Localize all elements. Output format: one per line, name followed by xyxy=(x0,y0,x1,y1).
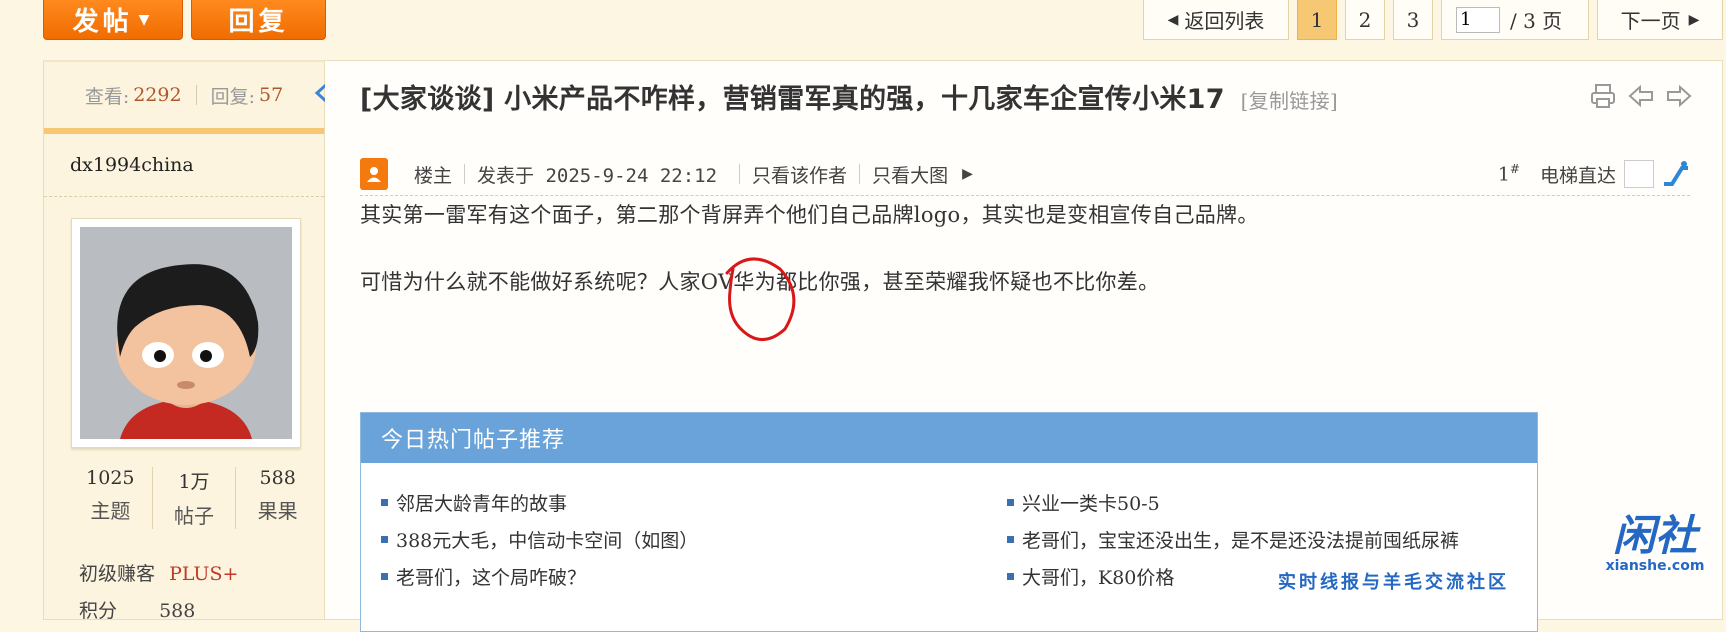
page-2-button[interactable]: 2 xyxy=(1345,0,1385,40)
back-to-list-label: 返回列表 xyxy=(1184,9,1265,33)
hot-topic-item[interactable]: 388元大毛，中信动卡空间（如图） xyxy=(381,526,698,553)
floor-owner-label: 楼主 xyxy=(414,164,453,187)
owner-icon xyxy=(360,158,388,190)
only-author-link[interactable]: 只看该作者 xyxy=(752,161,847,188)
bullet-icon xyxy=(1007,536,1014,543)
reply-button-label: 回复 xyxy=(228,7,289,37)
author-sidebar: 查看: 2292 回复: 57 dx1994china 1025 主题 1万 帖… xyxy=(43,60,325,622)
divider xyxy=(464,164,466,184)
post-button[interactable]: 发帖 ▼ xyxy=(43,0,183,40)
only-images-link[interactable]: 只看大图 xyxy=(872,161,948,188)
hot-topics-panel: 今日热门帖子推荐 邻居大龄青年的故事 388元大毛，中信动卡空间（如图） 老哥们… xyxy=(360,412,1538,632)
next-thread-icon[interactable] xyxy=(1666,83,1692,109)
hot-topic-link[interactable]: 邻居大龄青年的故事 xyxy=(396,489,567,516)
rank-label: 初级赚客 xyxy=(79,563,156,585)
post-time: 发表于 2025-9-24 22:12 xyxy=(477,164,718,187)
chevron-down-icon: ▼ xyxy=(138,11,154,28)
print-icon[interactable] xyxy=(1590,83,1616,109)
page-3-button[interactable]: 3 xyxy=(1393,0,1433,40)
previous-thread-icon[interactable] xyxy=(1628,83,1654,109)
floor-mark: # xyxy=(1509,162,1520,177)
post-meta: 楼主 发表于 2025-9-24 22:12 只看该作者 只看大图 ▶ 1# 电… xyxy=(360,153,1690,196)
watermark-logo-text: 闲社 xyxy=(1612,511,1697,560)
author-name-row: dx1994china xyxy=(44,134,324,197)
page-number: 1 xyxy=(1310,7,1324,32)
post-paragraph: 其实第一雷军有这个面子，第二那个背屏弄个他们自己品牌logo，其实也是变相宣传自… xyxy=(360,203,1259,227)
elevator-input[interactable] xyxy=(1624,160,1654,188)
stat-label: 帖子 xyxy=(174,504,214,528)
thread-title: [大家谈谈] 小米产品不咋样，营销雷军真的强，十几家车企宣传小米17 xyxy=(360,84,1225,115)
bullet-icon xyxy=(1007,499,1014,506)
hot-topic-item[interactable]: 老哥们，这个局咋破？ xyxy=(381,563,586,590)
stat-value: 1025 xyxy=(86,467,135,489)
stat-value: 588 xyxy=(259,467,296,489)
author-stats: 1025 主题 1万 帖子 588 果果 xyxy=(69,467,319,529)
post-main: [大家谈谈] 小米产品不咋样，营销雷军真的强，十几家车企宣传小米17 [复制链接… xyxy=(325,60,1723,632)
bullet-icon xyxy=(381,573,388,580)
stat-points[interactable]: 588 果果 xyxy=(236,467,319,529)
watermark-logo: 闲社 xianshe.com xyxy=(1590,511,1720,575)
caret-right-icon: ▶ xyxy=(962,166,973,182)
author-rank: 初级赚客 PLUS+ xyxy=(79,559,238,586)
next-page-button[interactable]: 下一页 ▶ xyxy=(1597,0,1723,40)
hand-drawn-circle-annotation xyxy=(725,257,796,341)
divider xyxy=(859,164,861,184)
watermark-slogan: 实时线报与羊毛交流社区 xyxy=(1278,572,1509,593)
elevator-label: 电梯直达 xyxy=(1539,164,1616,187)
hot-topic-item[interactable]: 兴业一类卡50-5 xyxy=(1007,489,1160,516)
replies-label: 回复: xyxy=(210,85,255,108)
thread-stats: 查看: 2292 回复: 57 xyxy=(44,62,324,134)
stat-value: 1万 xyxy=(178,471,210,493)
divider xyxy=(739,164,741,184)
author-username[interactable]: dx1994china xyxy=(70,154,194,176)
hot-topic-link[interactable]: 老哥们，这个局咋破？ xyxy=(396,563,586,590)
replies-count: 57 xyxy=(258,84,284,106)
floor-number-value: 1 xyxy=(1497,163,1510,186)
stat-topics[interactable]: 1025 主题 xyxy=(69,467,153,529)
stat-label: 主题 xyxy=(90,499,131,523)
avatar-image xyxy=(80,227,292,439)
views-label: 查看: xyxy=(84,85,130,108)
copy-link[interactable]: [复制链接] xyxy=(1241,89,1338,113)
hot-topic-link[interactable]: 388元大毛，中信动卡空间（如图） xyxy=(396,526,698,553)
next-page-label: 下一页 xyxy=(1620,9,1681,33)
thread-tools xyxy=(1590,83,1692,109)
rank-badge: PLUS+ xyxy=(169,563,239,585)
bullet-icon xyxy=(381,536,388,543)
hot-topics-header: 今日热门帖子推荐 xyxy=(361,413,1537,463)
stat-label: 果果 xyxy=(257,499,298,523)
divider xyxy=(195,85,197,105)
hot-topic-item[interactable]: 邻居大龄青年的故事 xyxy=(381,489,567,516)
reply-button[interactable]: 回复 xyxy=(191,0,326,40)
caret-left-icon: ◀ xyxy=(1167,11,1179,28)
hot-topic-item[interactable]: 大哥们，K80价格 xyxy=(1007,563,1174,590)
bullet-icon xyxy=(381,499,388,506)
elevator-go-icon[interactable] xyxy=(1662,160,1690,188)
hot-topic-item[interactable]: 老哥们，宝宝还没出生，是不是还没法提前囤纸尿裤 xyxy=(1007,526,1459,553)
bullet-icon xyxy=(1007,573,1014,580)
points-label: 积分 xyxy=(79,600,118,622)
floor-number: 1# xyxy=(1498,162,1520,185)
watermark-domain: xianshe.com xyxy=(1605,558,1705,574)
page-jump-input[interactable] xyxy=(1456,6,1500,33)
page-number: 3 xyxy=(1406,7,1420,32)
page-1-button[interactable]: 1 xyxy=(1297,0,1337,40)
back-to-list-button[interactable]: ◀ 返回列表 xyxy=(1143,0,1289,40)
hot-topic-link[interactable]: 兴业一类卡50-5 xyxy=(1022,489,1160,516)
stat-posts[interactable]: 1万 帖子 xyxy=(153,467,237,529)
avatar[interactable] xyxy=(71,218,301,448)
post-button-label: 发帖 xyxy=(72,7,133,37)
views-count: 2292 xyxy=(133,84,182,106)
points-value: 588 xyxy=(159,600,196,622)
page-number: 2 xyxy=(1358,7,1372,32)
page-jump: / 3 页 xyxy=(1441,0,1589,40)
hot-topic-link[interactable]: 老哥们，宝宝还没出生，是不是还没法提前囤纸尿裤 xyxy=(1022,526,1459,553)
page-total-label: / 3 页 xyxy=(1510,9,1563,33)
hot-topic-link[interactable]: 大哥们，K80价格 xyxy=(1022,563,1174,590)
thread-title-row: [大家谈谈] 小米产品不咋样，营销雷军真的强，十几家车企宣传小米17 [复制链接… xyxy=(360,77,1338,116)
caret-right-icon: ▶ xyxy=(1688,11,1700,28)
